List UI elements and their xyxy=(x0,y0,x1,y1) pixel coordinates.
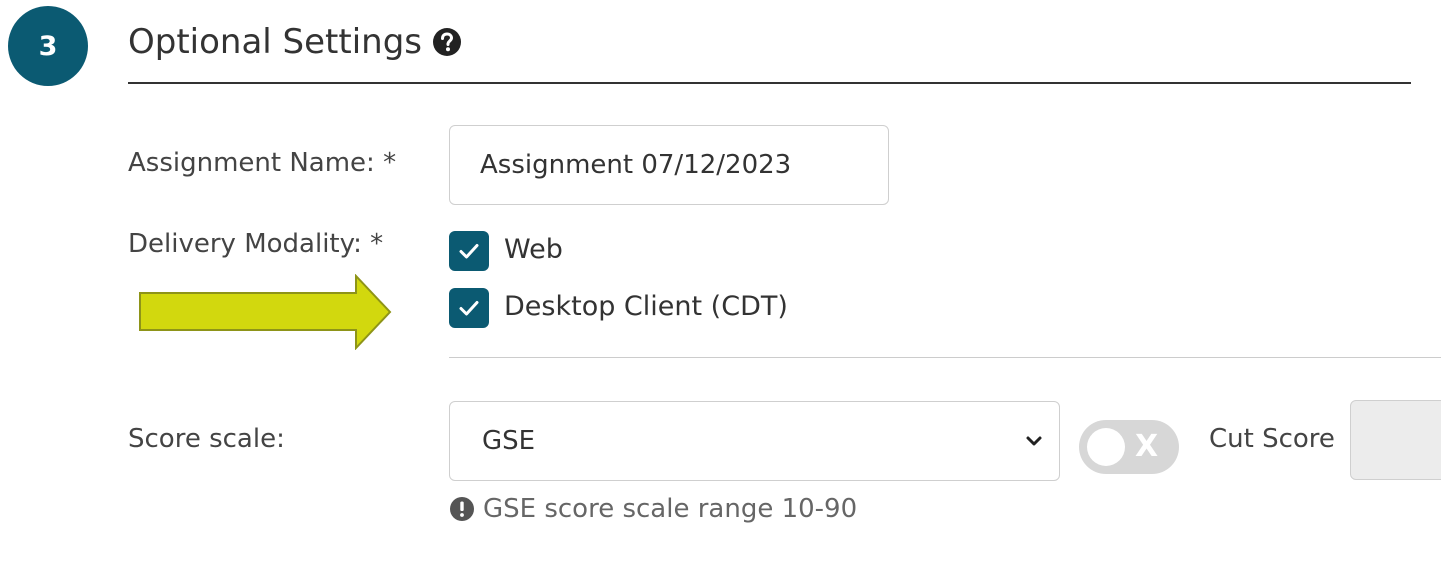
web-checkbox[interactable] xyxy=(449,231,489,271)
score-scale-hint-text: GSE score scale range 10-90 xyxy=(483,494,858,524)
checkmark-icon xyxy=(459,301,479,316)
assignment-name-label: Assignment Name: * xyxy=(128,148,397,178)
toggle-knob xyxy=(1087,428,1125,466)
web-checkbox-label[interactable]: Web xyxy=(504,234,563,265)
cut-score-input[interactable] xyxy=(1350,400,1441,480)
section-title-text: Optional Settings xyxy=(128,22,423,62)
chevron-down-icon xyxy=(1026,436,1042,446)
score-scale-selected-value: GSE xyxy=(482,426,536,456)
step-number: 3 xyxy=(38,30,58,62)
assignment-name-input[interactable] xyxy=(449,125,889,205)
desktop-client-checkbox[interactable] xyxy=(449,288,489,328)
toggle-off-symbol: X xyxy=(1135,429,1159,464)
cut-score-label: Cut Score xyxy=(1209,424,1335,454)
exclamation-circle-icon xyxy=(450,497,474,521)
cut-score-toggle[interactable]: X xyxy=(1079,420,1179,474)
score-scale-hint: GSE score scale range 10-90 xyxy=(449,494,857,524)
checkmark-icon xyxy=(459,244,479,259)
desktop-client-checkbox-label[interactable]: Desktop Client (CDT) xyxy=(504,291,788,322)
step-number-badge: 3 xyxy=(8,6,88,86)
delivery-modality-label: Delivery Modality: * xyxy=(128,229,384,259)
score-scale-select[interactable]: GSE xyxy=(449,401,1060,481)
score-scale-label: Score scale: xyxy=(128,424,285,454)
form-divider xyxy=(449,357,1441,358)
arrow-right-icon xyxy=(139,274,392,350)
question-circle-icon[interactable] xyxy=(432,27,462,57)
section-divider xyxy=(128,82,1411,84)
section-title: Optional Settings xyxy=(128,22,462,62)
